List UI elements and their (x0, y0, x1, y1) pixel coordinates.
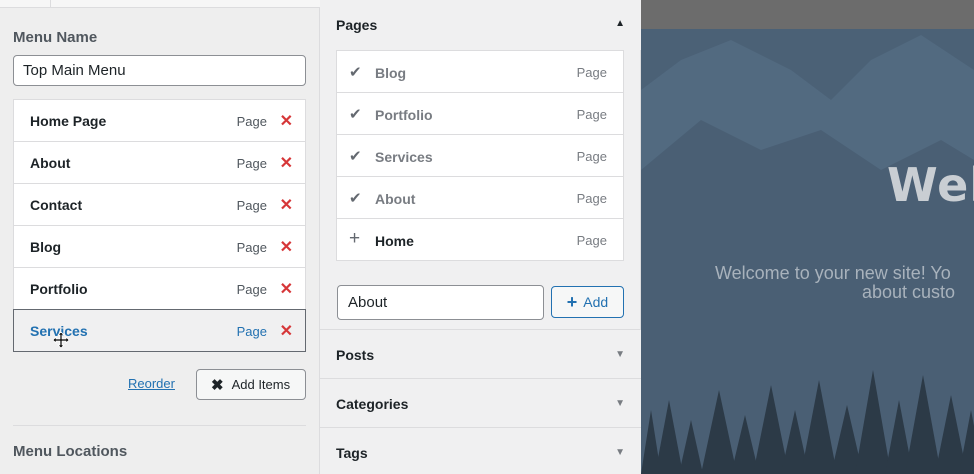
menu-item-type: Page (236, 324, 267, 339)
page-item-title: Blog (375, 65, 407, 81)
preview-top-bar (641, 0, 974, 29)
mountain-background (641, 29, 974, 474)
section-title: Tags (336, 445, 368, 461)
menu-name-label: Menu Name (13, 29, 98, 46)
page-item-type: Page (576, 65, 607, 80)
menu-items-list: Home Page Page ✕ About Page ✕ Contact Pa… (13, 99, 306, 352)
add-items-panel: Pages ▲ ✔ Blog Page ✔ Portfolio Page ✔ S… (320, 0, 641, 474)
menu-item-type: Page (236, 282, 267, 297)
menu-item-type: Page (236, 114, 267, 129)
pages-list: ✔ Blog Page ✔ Portfolio Page ✔ Services … (336, 50, 624, 261)
divider (13, 425, 306, 426)
categories-section-header[interactable]: Categories ▼ (320, 378, 641, 428)
page-item[interactable]: ✔ Portfolio Page (336, 92, 624, 135)
pages-section-title: Pages (336, 17, 378, 33)
checkmark-icon: ✔ (349, 106, 362, 123)
menu-item[interactable]: Home Page Page ✕ (13, 99, 306, 142)
add-page-button[interactable]: + Add (551, 286, 624, 318)
add-items-button[interactable]: ✖ Add Items (196, 369, 306, 400)
reorder-link[interactable]: Reorder (128, 376, 175, 391)
checkmark-icon: ✔ (349, 148, 362, 165)
preview-heading: Welc (887, 158, 974, 212)
menu-name-input[interactable] (13, 55, 306, 86)
menu-item-title: Contact (30, 197, 83, 213)
remove-icon[interactable]: ✕ (280, 279, 293, 299)
move-cursor-icon (53, 332, 69, 348)
section-title: Categories (336, 396, 409, 412)
page-item-type: Page (576, 191, 607, 206)
menu-item[interactable]: Blog Page ✕ (13, 225, 306, 268)
remove-icon[interactable]: ✕ (280, 237, 293, 257)
remove-icon[interactable]: ✕ (280, 153, 293, 173)
menu-item-title: Home Page (30, 113, 107, 129)
menu-item-title: Blog (30, 239, 62, 255)
menu-item-type: Page (236, 156, 267, 171)
page-item-title: Portfolio (375, 107, 433, 123)
page-item-title: About (375, 191, 416, 207)
pages-section-header[interactable]: Pages ▲ (320, 0, 641, 50)
remove-icon[interactable]: ✕ (280, 321, 293, 341)
top-tab-strip (0, 0, 320, 8)
page-item-type: Page (576, 149, 607, 164)
checkmark-icon: ✔ (349, 190, 362, 207)
posts-section-header[interactable]: Posts ▼ (320, 329, 641, 379)
remove-icon[interactable]: ✕ (280, 195, 293, 215)
page-item-title: Services (375, 149, 433, 165)
checkmark-icon: ✔ (349, 64, 362, 81)
menu-item[interactable]: Portfolio Page ✕ (13, 267, 306, 310)
page-item[interactable]: ✔ Services Page (336, 134, 624, 177)
preview-text-line-2: about custo (862, 282, 956, 302)
menu-item-title: Portfolio (30, 281, 88, 297)
page-item-title: Home (375, 233, 414, 249)
menu-locations-label: Menu Locations (13, 443, 128, 460)
new-page-input[interactable] (337, 285, 544, 320)
remove-icon[interactable]: ✕ (280, 111, 293, 131)
page-item[interactable]: + Home Page (336, 218, 624, 261)
menu-item-title: About (30, 155, 71, 171)
menu-item-type: Page (236, 198, 267, 213)
tab-divider (50, 0, 51, 8)
menu-item[interactable]: About Page ✕ (13, 141, 306, 184)
page-item[interactable]: ✔ Blog Page (336, 50, 624, 93)
page-item[interactable]: ✔ About Page (336, 176, 624, 219)
section-title: Posts (336, 347, 375, 363)
menu-item[interactable]: Contact Page ✕ (13, 183, 306, 226)
menu-item-type: Page (236, 240, 267, 255)
caret-down-icon: ▼ (615, 398, 625, 409)
add-items-label: Add Items (231, 377, 291, 392)
menu-editor-panel: Menu Name Home Page Page ✕ About Page ✕ … (0, 0, 320, 474)
page-item-type: Page (576, 233, 607, 248)
close-icon: ✖ (211, 376, 224, 394)
add-button-label: Add (583, 294, 609, 310)
site-preview: Welc Welcome to your new site! Yo about … (641, 0, 974, 474)
page-item-type: Page (576, 107, 607, 122)
caret-down-icon: ▼ (615, 349, 625, 360)
plus-icon: + (566, 291, 578, 312)
caret-down-icon: ▼ (615, 447, 625, 458)
plus-icon: + (349, 228, 361, 249)
tags-section-header[interactable]: Tags ▼ (320, 427, 641, 474)
caret-up-icon: ▲ (615, 18, 625, 29)
